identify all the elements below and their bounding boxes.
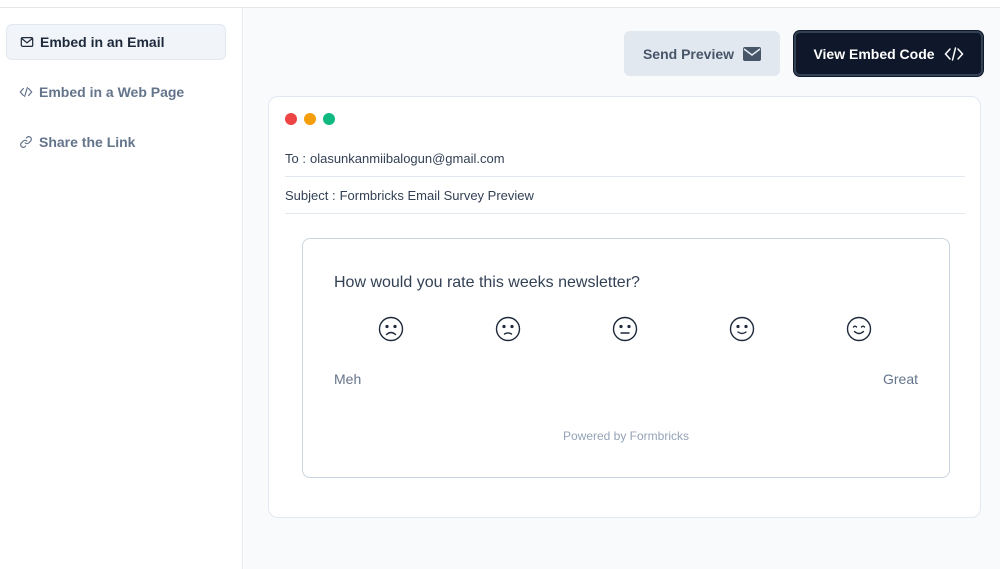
email-subject-value: Formbricks Email Survey Preview — [339, 187, 534, 203]
view-embed-code-label: View Embed Code — [813, 45, 935, 62]
powered-by-link[interactable]: Powered by Formbricks — [303, 429, 949, 443]
email-to-label: To : — [285, 150, 306, 166]
main-panel: Send Preview View Embed Code To : olasun… — [244, 8, 1000, 569]
email-to-value: olasunkanmiibalogun@gmail.com — [309, 150, 505, 166]
mail-icon — [19, 34, 35, 50]
rating-low-label: Meh — [334, 371, 362, 387]
sad-face-icon[interactable] — [494, 315, 522, 343]
top-border — [0, 0, 1000, 8]
sidebar-item-label: Embed in a Web Page — [39, 84, 185, 100]
code-icon — [18, 84, 34, 100]
sidebar-item-label: Share the Link — [39, 134, 136, 150]
send-preview-label: Send Preview — [642, 45, 735, 62]
sidebar-item-label: Embed in an Email — [40, 34, 165, 50]
sidebar-item-embed-web-page[interactable]: Embed in a Web Page — [6, 74, 226, 110]
send-preview-button[interactable]: Send Preview — [624, 31, 780, 76]
neutral-face-icon[interactable] — [611, 315, 639, 343]
email-preview-card: To : olasunkanmiibalogun@gmail.com Subje… — [268, 96, 981, 518]
very-happy-face-icon[interactable] — [845, 315, 873, 343]
rating-faces — [377, 315, 877, 343]
survey-preview: How would you rate this weeks newsletter… — [302, 238, 950, 478]
view-embed-code-button[interactable]: View Embed Code — [794, 31, 983, 76]
link-icon — [18, 134, 34, 150]
email-to-field: To : olasunkanmiibalogun@gmail.com — [285, 140, 965, 177]
envelope-icon — [743, 46, 762, 61]
window-dots — [285, 113, 335, 125]
sidebar: Embed in an Email Embed in a Web Page Sh… — [0, 8, 243, 569]
survey-question: How would you rate this weeks newsletter… — [334, 274, 640, 291]
email-subject-label: Subject : — [285, 187, 336, 203]
sidebar-item-share-link[interactable]: Share the Link — [6, 124, 226, 160]
rating-high-label: Great — [882, 371, 918, 387]
very-sad-face-icon[interactable] — [377, 315, 405, 343]
window-dot-green — [323, 113, 335, 125]
code-icon — [944, 46, 964, 62]
window-dot-red — [285, 113, 297, 125]
sidebar-item-embed-email[interactable]: Embed in an Email — [6, 24, 226, 60]
email-subject-field: Subject : Formbricks Email Survey Previe… — [285, 177, 965, 214]
window-dot-yellow — [304, 113, 316, 125]
smile-face-icon[interactable] — [728, 315, 756, 343]
